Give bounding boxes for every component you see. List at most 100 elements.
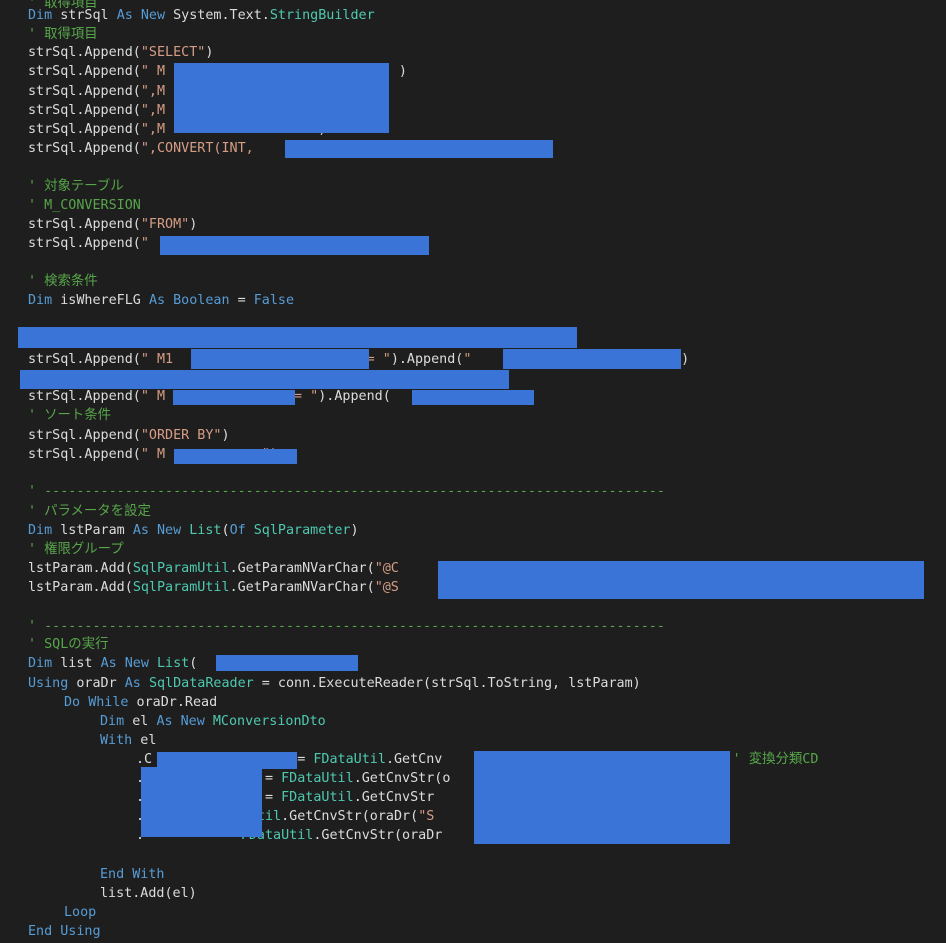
redaction-box: [503, 349, 681, 369]
code-token: As: [100, 656, 117, 671]
code-token: List: [189, 523, 222, 538]
code-line[interactable]: lstParam.Add(SqlParamUtil.GetParamNVarCh…: [28, 559, 399, 578]
code-token: New: [157, 523, 182, 538]
code-token: ' 変換分類CD: [732, 752, 819, 767]
code-token: Dim: [100, 714, 125, 729]
code-token: .GetCnvStr: [353, 790, 435, 805]
code-token: Dim: [28, 656, 53, 671]
code-token: Loop: [64, 905, 97, 920]
code-token: Dim: [28, 8, 53, 23]
code-token: ).Append(: [318, 389, 391, 404]
code-token: List: [157, 656, 190, 671]
code-token: End: [100, 867, 125, 882]
code-token: list: [52, 656, 101, 671]
code-token: lstParam.Add(: [28, 561, 133, 576]
redaction-box: [438, 561, 924, 599]
code-token: strSql.Append(: [28, 447, 141, 462]
code-token: .GetCnvStr(oraDr: [313, 828, 443, 843]
code-token: .GetCnvStr(o: [353, 771, 451, 786]
redaction-box: [20, 370, 509, 389]
code-token: As: [148, 293, 166, 308]
code-line[interactable]: ' SQLの実行: [28, 635, 108, 654]
code-token: Of: [229, 523, 246, 538]
code-token: System.Text.: [165, 8, 270, 23]
code-line[interactable]: Loop: [64, 903, 96, 922]
code-token: SqlDataReader: [148, 676, 254, 691]
redaction-box: [285, 140, 553, 158]
redaction-box: [160, 236, 429, 255]
code-token: New: [140, 8, 166, 23]
code-line[interactable]: strSql.Append("FROM"): [28, 215, 197, 234]
code-line[interactable]: strSql.Append(": [28, 234, 149, 253]
code-token: ' SQLの実行: [28, 637, 109, 652]
code-line[interactable]: ' M_CONVERSION: [28, 196, 141, 215]
code-line[interactable]: ' --------------------------------------…: [28, 482, 665, 501]
code-line[interactable]: End With: [100, 865, 165, 884]
code-token: strSql.Append(: [28, 103, 141, 118]
code-token: As: [132, 523, 149, 538]
code-token: ): [221, 428, 230, 443]
code-line[interactable]: ' 検索条件: [28, 272, 98, 291]
code-token: el: [132, 733, 157, 748]
code-token: " M: [140, 389, 166, 404]
code-token: ' 取得項目: [28, 27, 98, 42]
code-line[interactable]: Dim strSql As New System.Text.StringBuil…: [28, 6, 375, 25]
code-token: .GetCnv: [385, 752, 443, 767]
code-line[interactable]: ' 対象テーブル: [28, 177, 124, 196]
code-token: Dim: [28, 293, 53, 308]
code-token: New: [180, 714, 205, 729]
code-token: ): [681, 352, 690, 367]
code-token: strSql.Append(: [28, 45, 141, 60]
code-line[interactable]: Using oraDr As SqlDataReader = conn.Exec…: [28, 674, 641, 693]
code-token: lstParam: [52, 523, 133, 538]
code-line[interactable]: strSql.Append(",M: [28, 82, 165, 101]
code-token: ",M: [140, 122, 166, 137]
code-token: FDataUtil: [313, 752, 386, 767]
code-token: As: [156, 714, 173, 729]
code-line[interactable]: lstParam.Add(SqlParamUtil.GetParamNVarCh…: [28, 578, 399, 597]
code-token: ' 対象テーブル: [28, 179, 124, 194]
code-line[interactable]: ' ソート条件: [28, 406, 111, 425]
redaction-box: [141, 767, 262, 837]
code-line[interactable]: Dim isWhereFLG As Boolean = False: [28, 291, 294, 310]
code-token: ).Append(: [390, 352, 464, 367]
code-line[interactable]: strSql.Append("SELECT"): [28, 43, 213, 62]
code-token: False: [253, 293, 295, 308]
code-line[interactable]: Dim lstParam As New List(Of SqlParameter…: [28, 521, 359, 540]
code-token: "FROM": [140, 217, 190, 232]
code-line[interactable]: Do While oraDr.Read: [64, 693, 217, 712]
code-token: ' M_CONVERSION: [28, 198, 141, 213]
code-token: strSql.Append(: [28, 389, 141, 404]
code-line[interactable]: Dim el As New MConversionDto: [100, 712, 326, 731]
code-token: strSql.Append(: [28, 141, 141, 156]
code-line[interactable]: ' 取得項目: [28, 25, 98, 44]
code-token: Dim: [28, 523, 53, 538]
code-line[interactable]: strSql.Append(",M: [28, 101, 165, 120]
code-token: " M1: [140, 352, 174, 367]
code-token: SqlParamUtil: [132, 580, 230, 595]
code-line[interactable]: With el: [100, 731, 156, 750]
redaction-box: [173, 390, 295, 405]
redaction-box: [174, 449, 297, 464]
code-token: ' ソート条件: [28, 408, 112, 423]
code-token: strSql.Append(: [28, 84, 141, 99]
code-token: New: [124, 656, 149, 671]
code-token: ": [140, 236, 149, 251]
code-token: ): [350, 523, 359, 538]
code-token: "S: [418, 809, 435, 824]
code-line[interactable]: ' --------------------------------------…: [28, 617, 665, 636]
code-line[interactable]: ' 権限グループ: [28, 540, 124, 559]
code-line[interactable]: End Using: [28, 922, 101, 941]
code-line[interactable]: list.Add(el): [100, 884, 197, 903]
code-line[interactable]: strSql.Append("ORDER BY"): [28, 426, 230, 445]
code-token: strSql.Append(: [28, 428, 141, 443]
code-token: While: [88, 695, 129, 710]
code-line[interactable]: ' パラメータを設定: [28, 502, 151, 521]
